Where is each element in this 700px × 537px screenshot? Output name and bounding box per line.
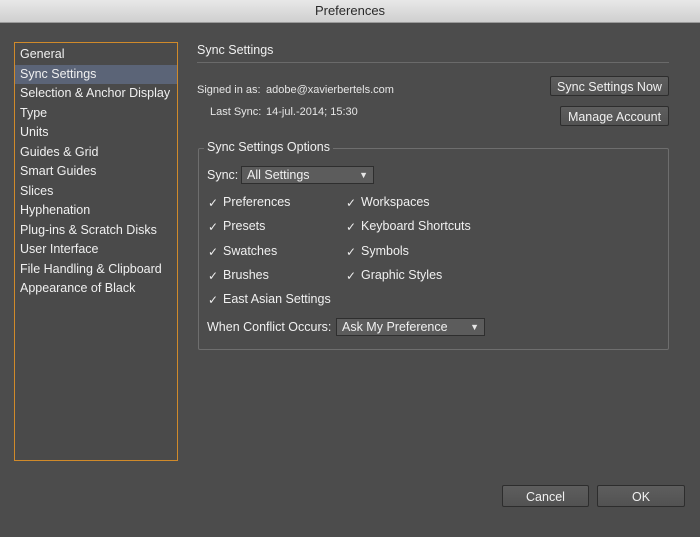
checkmark-icon: ✓ [208, 293, 219, 308]
conflict-select-value: Ask My Preference [342, 320, 448, 334]
sync-settings-now-button[interactable]: Sync Settings Now [550, 76, 669, 96]
sidebar-item[interactable]: Slices [15, 182, 177, 202]
sidebar-item[interactable]: Units [15, 123, 177, 143]
manage-account-button[interactable]: Manage Account [560, 106, 669, 126]
sidebar-item[interactable]: User Interface [15, 240, 177, 260]
sidebar-item[interactable]: General [15, 45, 177, 65]
sidebar-item[interactable]: Guides & Grid [15, 143, 177, 163]
checkbox-label: Presets [223, 219, 266, 234]
checkmark-icon: ✓ [208, 220, 219, 235]
sync-option-checkbox[interactable]: ✓ Brushes [208, 268, 269, 282]
window-title: Preferences [0, 0, 700, 23]
sidebar-item[interactable]: File Handling & Clipboard [15, 260, 177, 280]
sidebar-item[interactable]: Sync Settings [15, 64, 177, 84]
preferences-window: Preferences General Sync Settings Selectio… [0, 0, 700, 537]
sync-option-checkbox[interactable]: ✓ Swatches [208, 244, 277, 258]
checkmark-icon: ✓ [346, 244, 357, 259]
conflict-select[interactable]: Ask My Preference ▼ [336, 318, 485, 336]
sidebar-item[interactable]: Selection & Anchor Display [15, 84, 177, 104]
last-sync-value: 14-jul.-2014; 15:30 [266, 106, 358, 118]
checkbox-label: Preferences [223, 195, 291, 209]
signed-in-value: adobe@xavierbertels.com [266, 84, 394, 96]
sync-option-checkbox[interactable]: ✓ Symbols [346, 244, 409, 258]
sidebar-item[interactable]: Plug-ins & Scratch Disks [15, 221, 177, 241]
chevron-down-icon: ▼ [359, 170, 368, 180]
sidebar-item[interactable]: Appearance of Black [15, 279, 177, 299]
sync-option-checkbox[interactable]: ✓ Workspaces [346, 195, 430, 209]
sidebar-item[interactable]: Smart Guides [15, 162, 177, 182]
sync-select[interactable]: All Settings ▼ [241, 166, 374, 184]
checkbox-label: Graphic Styles [361, 267, 443, 282]
checkmark-icon: ✓ [208, 268, 219, 283]
sidebar-list: General Sync Settings Selection & Anchor D… [15, 43, 177, 299]
sync-options-title: Sync Settings Options [204, 140, 333, 154]
sidebar-item[interactable]: Hyphenation [15, 201, 177, 221]
sync-option-checkbox[interactable]: ✓ Graphic Styles [346, 268, 442, 282]
checkbox-label: East Asian Settings [223, 292, 331, 307]
checkmark-icon: ✓ [208, 244, 219, 259]
checkmark-icon: ✓ [208, 196, 219, 210]
sidebar-item[interactable]: Type [15, 104, 177, 124]
conflict-label: When Conflict Occurs: [207, 320, 332, 334]
checkmark-icon: ✓ [346, 268, 357, 283]
chevron-down-icon: ▼ [470, 322, 479, 332]
ok-button[interactable]: OK [597, 485, 685, 507]
sync-option-checkbox[interactable]: ✓ Keyboard Shortcuts [346, 219, 471, 233]
cancel-button[interactable]: Cancel [502, 485, 589, 507]
preferences-sidebar: General Sync Settings Selection & Anchor D… [14, 42, 178, 461]
last-sync-label: Last Sync: [210, 106, 262, 118]
checkbox-label: Swatches [223, 243, 278, 258]
checkbox-label: Keyboard Shortcuts [361, 219, 471, 234]
checkmark-icon: ✓ [346, 220, 357, 235]
sync-label: Sync: [207, 168, 239, 182]
sync-select-value: All Settings [247, 168, 310, 182]
checkmark-icon: ✓ [346, 196, 357, 210]
sync-option-checkbox[interactable]: ✓ Preferences [208, 195, 290, 209]
checkbox-label: Symbols [361, 243, 409, 258]
section-divider [197, 62, 669, 63]
checkbox-label: Workspaces [361, 195, 430, 209]
sync-option-checkbox[interactable]: ✓ East Asian Settings [208, 292, 331, 306]
sync-option-checkbox[interactable]: ✓ Presets [208, 219, 265, 233]
signed-in-label: Signed in as: [197, 84, 261, 96]
checkbox-label: Brushes [223, 267, 269, 282]
section-title: Sync Settings [197, 43, 274, 57]
